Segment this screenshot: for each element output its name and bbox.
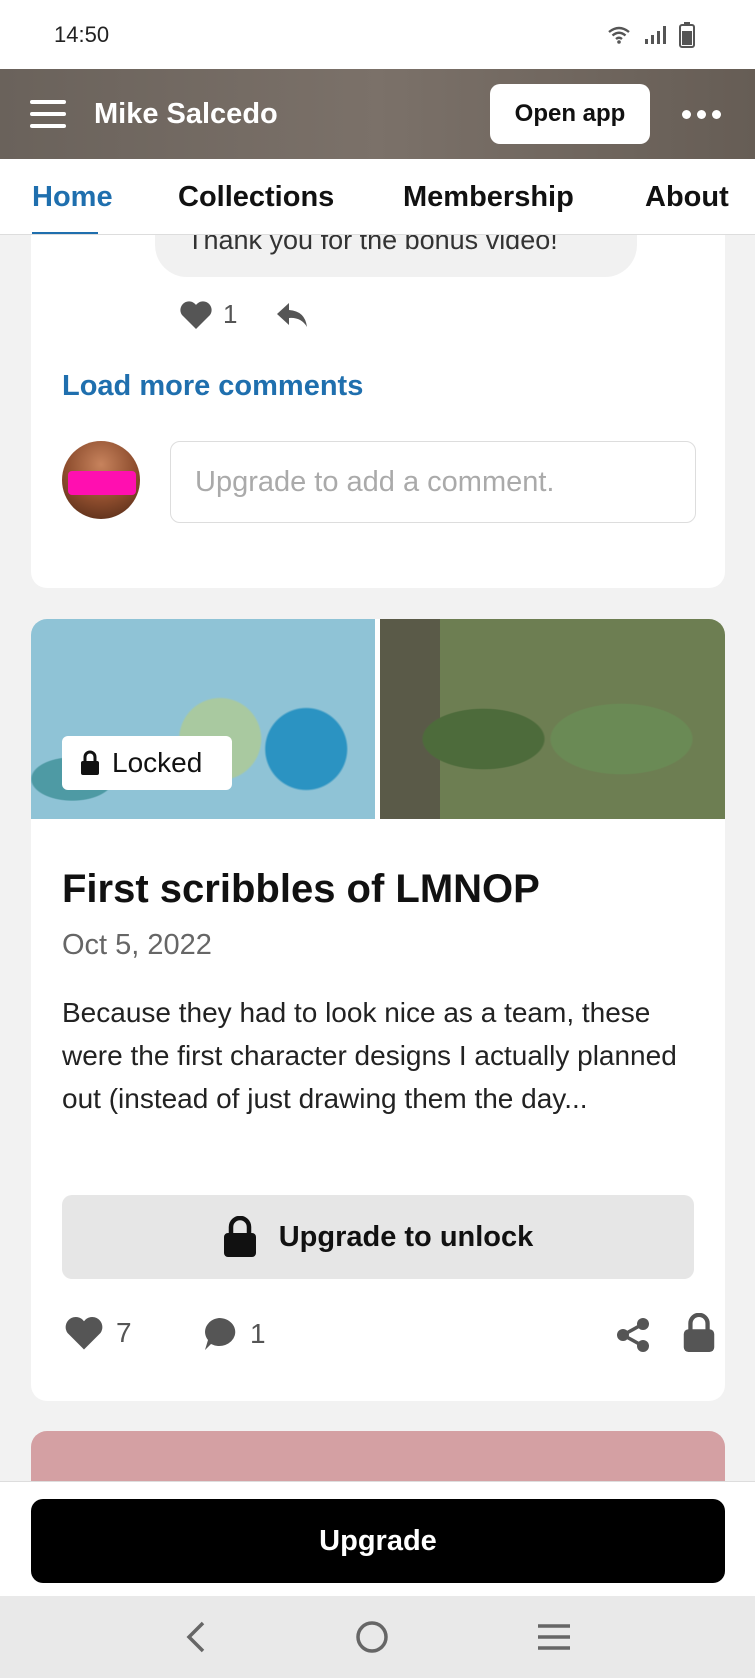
upgrade-button[interactable]: Upgrade <box>31 1499 725 1583</box>
menu-icon[interactable] <box>30 100 66 128</box>
post-comments[interactable]: 1 <box>200 1315 266 1353</box>
system-nav-bar <box>0 1596 755 1678</box>
tab-collections[interactable]: Collections <box>178 181 334 214</box>
heart-icon[interactable] <box>179 300 213 330</box>
locked-badge-label: Locked <box>112 747 203 778</box>
lock-icon <box>81 750 99 775</box>
load-more-comments-link[interactable]: Load more comments <box>62 370 363 403</box>
post-title[interactable]: First scribbles of LMNOP <box>62 867 540 912</box>
post-comment-count: 1 <box>250 1318 266 1349</box>
post-like-count: 7 <box>116 1317 132 1348</box>
battery-icon <box>679 21 695 48</box>
comment-bubble: Thank you for the bonus video! <box>155 235 637 277</box>
tab-about[interactable]: About <box>645 181 729 214</box>
tab-bar: Home Collections Membership About <box>0 159 755 235</box>
recents-icon[interactable] <box>536 1622 572 1652</box>
locked-badge: Locked <box>62 736 232 790</box>
back-icon[interactable] <box>183 1620 209 1654</box>
avatar <box>62 441 140 519</box>
app-header: Mike Salcedo Open app <box>0 69 755 159</box>
tab-home[interactable]: Home <box>32 181 113 214</box>
post-thumbnail-right <box>380 619 725 819</box>
heart-icon <box>65 1317 103 1350</box>
post-date: Oct 5, 2022 <box>62 929 212 961</box>
next-post-thumbnail[interactable] <box>31 1431 725 1481</box>
upgrade-to-unlock-label: Upgrade to unlock <box>278 1220 534 1253</box>
comment-text: Thank you for the bonus video! <box>187 235 558 255</box>
wifi-icon <box>608 26 630 44</box>
more-icon[interactable] <box>682 109 721 119</box>
comment-actions: 1 <box>179 299 309 330</box>
comment-like-count: 1 <box>223 299 238 329</box>
share-icon[interactable] <box>615 1317 651 1353</box>
status-time: 14:50 <box>54 21 110 47</box>
feed[interactable]: Thank you for the bonus video! 1 Load mo… <box>0 235 755 1481</box>
tab-membership[interactable]: Membership <box>403 181 574 214</box>
comment-input[interactable]: Upgrade to add a comment. <box>170 441 696 523</box>
lock-icon[interactable] <box>682 1313 716 1353</box>
post-excerpt: Because they had to look nice as a team,… <box>62 997 677 1114</box>
post-card[interactable]: Locked First scribbles of LMNOP Oct 5, 2… <box>31 619 725 1401</box>
signal-icon <box>645 25 666 44</box>
home-icon[interactable] <box>354 1619 390 1655</box>
reply-icon[interactable] <box>275 301 309 329</box>
creator-name: Mike Salcedo <box>94 97 278 130</box>
post-like[interactable]: 7 <box>64 1315 132 1351</box>
upgrade-bar: Upgrade <box>0 1481 755 1596</box>
status-bar: 14:50 <box>0 0 755 69</box>
upgrade-to-unlock-button[interactable]: Upgrade to unlock <box>62 1195 694 1279</box>
lock-icon <box>223 1216 256 1257</box>
comment-icon <box>205 1317 236 1350</box>
open-app-button[interactable]: Open app <box>490 84 650 144</box>
post-actions: 7 1 <box>62 1313 715 1357</box>
comments-card: Thank you for the bonus video! 1 Load mo… <box>31 235 725 588</box>
status-icons <box>607 21 695 48</box>
